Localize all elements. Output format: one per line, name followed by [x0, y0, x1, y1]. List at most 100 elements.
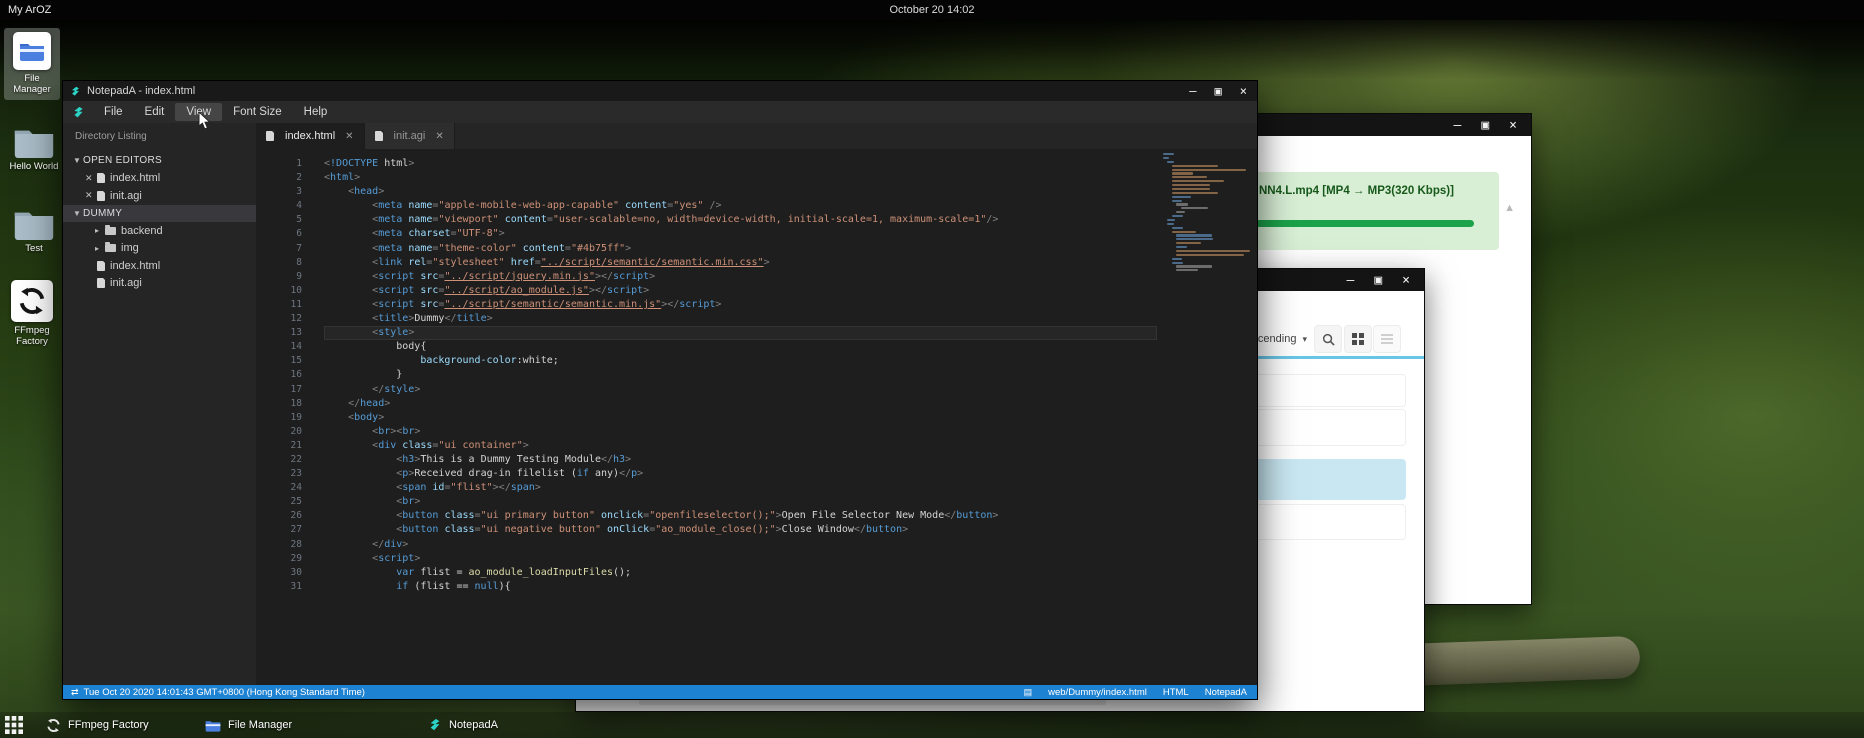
maximize-button[interactable]: ▣: [1481, 119, 1489, 132]
chevron-down-icon: ▾: [1302, 334, 1307, 344]
taskbar-item-notepada[interactable]: NotepadA: [428, 718, 498, 732]
tree-folder-backend[interactable]: ▸ backend: [63, 222, 256, 240]
close-icon[interactable]: ✕: [435, 131, 443, 142]
close-icon[interactable]: ✕: [85, 190, 93, 201]
open-editor-index-html[interactable]: ✕ index.html: [63, 170, 256, 188]
taskbar: FFmpeg Factory File Manager NotepadA: [0, 712, 1864, 738]
clock: October 20 14:02: [0, 4, 1864, 16]
top-bar: My ArOZ October 20 14:02: [0, 0, 1864, 20]
desktop-icon-file-manager[interactable]: File Manager: [4, 28, 60, 100]
grid-icon: [1352, 333, 1364, 345]
tab-index-html[interactable]: index.html ✕: [256, 123, 365, 149]
file-icon: [97, 261, 105, 271]
tree-file-index-html[interactable]: index.html: [63, 257, 256, 275]
taskbar-item-ffmpeg-factory[interactable]: FFmpeg Factory: [46, 718, 149, 733]
status-filepath: web/Dummy/index.html: [1048, 687, 1147, 698]
project-section-dummy[interactable]: ▼ DUMMY: [63, 205, 256, 223]
status-bar: ⇄ Tue Oct 20 2020 14:01:43 GMT+0800 (Hon…: [63, 685, 1257, 699]
notepada-logo-icon: [72, 106, 85, 119]
menu-font-size[interactable]: Font Size: [222, 103, 293, 121]
folder-icon: [105, 244, 116, 252]
tree-file-init-agi[interactable]: init.agi: [63, 275, 256, 293]
clock-sync-icon: ⇄: [71, 687, 79, 698]
open-editor-init-agi[interactable]: ✕ init.agi: [63, 187, 256, 205]
file-icon: ▤: [1024, 687, 1033, 698]
directory-sidebar: Directory Listing ▼ OPEN EDITORS ✕ index…: [63, 123, 256, 685]
folder-icon: [13, 126, 55, 158]
menu-edit[interactable]: Edit: [134, 103, 176, 121]
code-editor[interactable]: 1234567891011121314151617181920212223242…: [256, 149, 1257, 685]
notepada-titlebar[interactable]: NotepadA - index.html – ▣ ×: [63, 81, 1257, 101]
desktop-icon-label: FFmpeg Factory: [4, 325, 60, 347]
recycle-arrows-icon: [11, 280, 53, 322]
section-label: OPEN EDITORS: [83, 155, 162, 166]
open-editors-section[interactable]: ▼ OPEN EDITORS: [63, 152, 256, 170]
scroll-up-icon[interactable]: ▲: [1504, 202, 1515, 214]
notepada-window: NotepadA - index.html – ▣ × File Edit Vi…: [62, 80, 1258, 700]
window-title: NotepadA - index.html: [87, 85, 195, 97]
mouse-cursor: [198, 112, 213, 130]
wallpaper-shade: [0, 20, 1864, 80]
status-datetime: Tue Oct 20 2020 14:01:43 GMT+0800 (Hong …: [84, 687, 365, 698]
file-manager-icon: [13, 32, 51, 70]
taskbar-item-label: File Manager: [228, 719, 292, 731]
code-text[interactable]: <!DOCTYPE html><html> <head> <meta name=…: [324, 157, 1157, 594]
folder-icon: [205, 719, 221, 732]
list-icon: [1381, 333, 1393, 345]
menu-file[interactable]: File: [93, 103, 134, 121]
desktop-icon-label: Test: [6, 243, 62, 254]
app-launcher-grid-icon[interactable]: [5, 716, 23, 734]
file-icon: [97, 191, 105, 201]
desktop-icon-test[interactable]: Test: [6, 208, 62, 254]
folder-icon: [105, 227, 116, 235]
file-label: init.agi: [110, 190, 142, 202]
desktop-screen: My ArOZ October 20 14:02 File Manager He…: [0, 0, 1864, 738]
minimize-button[interactable]: –: [1189, 85, 1196, 98]
section-label: DUMMY: [83, 208, 122, 219]
file-label: index.html: [110, 260, 160, 272]
tab-init-agi[interactable]: init.agi ✕: [365, 123, 455, 149]
status-language: HTML: [1163, 687, 1189, 698]
close-button[interactable]: ×: [1240, 85, 1247, 98]
chevron-down-icon: ▼: [73, 209, 83, 218]
folder-icon: [13, 208, 55, 240]
line-numbers-gutter: 1234567891011121314151617181920212223242…: [256, 157, 302, 594]
desktop-icon-hello-world[interactable]: Hello World: [6, 126, 62, 172]
taskbar-item-label: NotepadA: [449, 719, 498, 731]
grid-view-button[interactable]: [1344, 325, 1372, 353]
desktop-icon-label: File Manager: [6, 73, 58, 95]
notepada-logo-icon: [428, 718, 442, 732]
sidebar-header: Directory Listing: [63, 123, 256, 152]
close-icon[interactable]: ✕: [85, 173, 93, 184]
taskbar-item-label: FFmpeg Factory: [68, 719, 149, 731]
list-view-button[interactable]: [1373, 325, 1401, 353]
file-label: init.agi: [110, 277, 142, 289]
file-icon: [375, 131, 383, 141]
folder-label: backend: [121, 225, 163, 237]
file-icon: [97, 278, 105, 288]
desktop-icon-ffmpeg-factory[interactable]: FFmpeg Factory: [4, 280, 60, 347]
recycle-arrows-icon: [46, 718, 61, 733]
close-icon[interactable]: ✕: [345, 131, 353, 142]
search-button[interactable]: [1314, 325, 1342, 353]
minimize-button[interactable]: –: [1454, 119, 1462, 132]
chevron-down-icon: ▼: [73, 156, 83, 165]
menu-help[interactable]: Help: [293, 103, 339, 121]
taskbar-item-file-manager[interactable]: File Manager: [205, 719, 292, 732]
file-icon: [97, 173, 105, 183]
tab-label: index.html: [285, 130, 335, 142]
tree-folder-img[interactable]: ▸ img: [63, 240, 256, 258]
minimize-button[interactable]: –: [1347, 274, 1355, 287]
maximize-button[interactable]: ▣: [1215, 85, 1222, 98]
editor-tab-bar: index.html ✕ init.agi ✕: [256, 123, 1257, 149]
notepada-logo-icon: [70, 86, 81, 97]
maximize-button[interactable]: ▣: [1374, 274, 1382, 287]
chevron-right-icon: ▸: [95, 226, 105, 235]
chevron-right-icon: ▸: [95, 244, 105, 253]
close-button[interactable]: ×: [1509, 119, 1517, 132]
status-app: NotepadA: [1205, 687, 1247, 698]
close-button[interactable]: ×: [1402, 274, 1410, 287]
minimap[interactable]: [1163, 153, 1241, 273]
search-icon: [1322, 333, 1335, 346]
desktop-icon-label: Hello World: [6, 161, 62, 172]
